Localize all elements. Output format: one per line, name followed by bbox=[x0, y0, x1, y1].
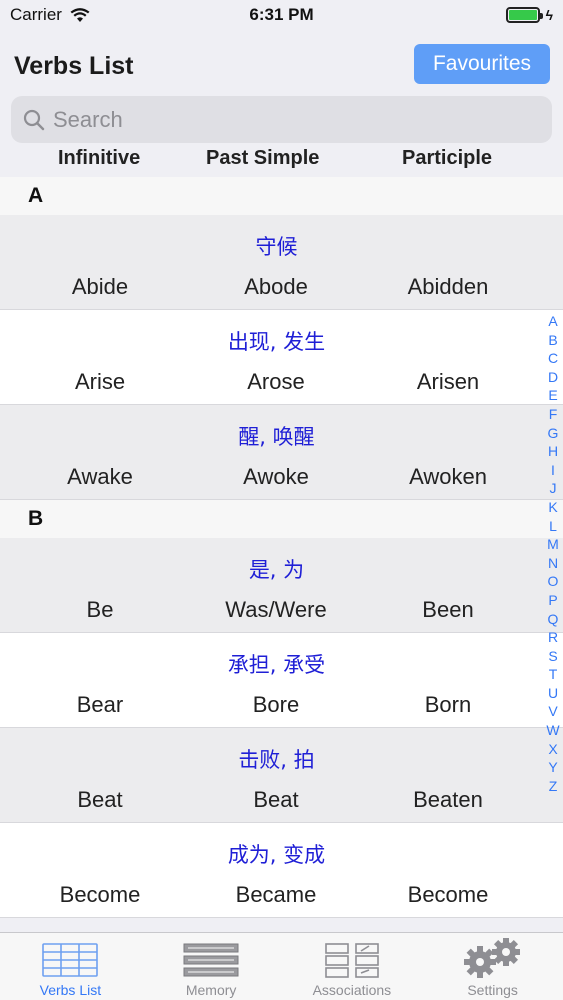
participle-cell: Born bbox=[424, 692, 472, 717]
status-time: 6:31 PM bbox=[249, 5, 314, 24]
participle-cell: Beaten bbox=[413, 787, 483, 812]
search-input[interactable] bbox=[53, 106, 523, 133]
section-header-a: A bbox=[0, 177, 563, 215]
past-simple-cell: Was/Were bbox=[225, 597, 327, 622]
past-simple-cell: Arose bbox=[247, 369, 305, 394]
charging-icon: ϟ bbox=[545, 7, 553, 23]
infinitive-cell: Beat bbox=[77, 787, 123, 812]
participle-header: Participle bbox=[402, 146, 493, 169]
verbs-list: A 守候 Abide Abode Abidden 出现, 发生 Arise Ar… bbox=[0, 177, 563, 918]
list-icon bbox=[42, 943, 99, 977]
translation-text: 醒, 唤醒 bbox=[238, 425, 315, 449]
index-letter[interactable]: P bbox=[548, 591, 557, 610]
wifi-icon bbox=[70, 7, 90, 22]
infinitive-cell: Abide bbox=[71, 274, 129, 299]
past-simple-header: Past Simple bbox=[206, 146, 320, 169]
tab-label: Memory bbox=[185, 982, 237, 998]
tab-settings[interactable]: Settings bbox=[422, 933, 563, 1000]
favourites-button[interactable]: Favourites bbox=[414, 44, 550, 84]
table-row[interactable]: 醒, 唤醒 Awake Awoke Awoken bbox=[0, 405, 563, 500]
index-letter[interactable]: C bbox=[548, 349, 558, 368]
infinitive-cell: Become bbox=[59, 882, 141, 907]
tab-label: Settings bbox=[467, 982, 518, 998]
associations-icon bbox=[325, 943, 379, 978]
index-letter[interactable]: W bbox=[546, 721, 559, 740]
tab-verbs-list[interactable]: Verbs List bbox=[0, 933, 141, 1000]
tab-associations[interactable]: Associations bbox=[282, 933, 423, 1000]
battery-fill bbox=[508, 10, 537, 20]
tab-label: Associations bbox=[312, 982, 392, 998]
translation-text: 出现, 发生 bbox=[227, 330, 326, 354]
table-row[interactable]: 成为, 变成 Become Became Become bbox=[0, 823, 563, 918]
past-simple-cell: Bore bbox=[252, 692, 300, 717]
battery-icon bbox=[505, 7, 543, 23]
search-icon bbox=[23, 109, 45, 130]
translation-text: 守候 bbox=[255, 235, 298, 259]
past-simple-cell: Became bbox=[235, 882, 317, 907]
table-row[interactable]: 出现, 发生 Arise Arose Arisen bbox=[0, 310, 563, 405]
index-letter[interactable]: F bbox=[549, 405, 558, 424]
section-index[interactable]: A B C D E F G H I J K L M N O P Q R S T … bbox=[543, 312, 563, 795]
status-right: ϟ bbox=[505, 7, 553, 23]
index-letter[interactable]: A bbox=[548, 312, 557, 331]
index-letter[interactable]: Z bbox=[549, 777, 558, 796]
search-bar[interactable] bbox=[11, 96, 552, 143]
gear-icon bbox=[463, 938, 520, 978]
index-letter[interactable]: R bbox=[548, 628, 558, 647]
status-bar: Carrier 6:31 PM ϟ bbox=[0, 0, 563, 30]
index-letter[interactable]: I bbox=[551, 461, 555, 480]
nav-bar: Verbs List Favourites bbox=[0, 30, 563, 96]
participle-cell: Arisen bbox=[416, 369, 480, 394]
memory-icon bbox=[183, 943, 239, 977]
table-row[interactable]: 击败, 拍 Beat Beat Beaten bbox=[0, 728, 563, 823]
infinitive-header: Infinitive bbox=[58, 146, 141, 169]
index-letter[interactable]: D bbox=[548, 368, 558, 387]
index-letter[interactable]: S bbox=[548, 647, 557, 666]
participle-cell: Been bbox=[422, 597, 474, 622]
index-letter[interactable]: J bbox=[550, 479, 557, 498]
translation-text: 是, 为 bbox=[248, 558, 305, 582]
index-letter[interactable]: B bbox=[548, 331, 557, 350]
index-letter[interactable]: V bbox=[548, 702, 557, 721]
index-letter[interactable]: L bbox=[549, 517, 557, 536]
participle-cell: Awoken bbox=[409, 464, 487, 489]
table-row[interactable]: 守候 Abide Abode Abidden bbox=[0, 215, 563, 310]
index-letter[interactable]: E bbox=[548, 386, 557, 405]
column-headers: Infinitive Past Simple Participle bbox=[0, 140, 563, 176]
table-row[interactable]: 是, 为 Be Was/Were Been bbox=[0, 538, 563, 633]
infinitive-cell: Be bbox=[86, 597, 114, 622]
past-simple-cell: Abode bbox=[244, 274, 308, 299]
index-letter[interactable]: N bbox=[548, 554, 558, 573]
infinitive-cell: Awake bbox=[67, 464, 133, 489]
status-left: Carrier bbox=[10, 5, 90, 25]
tab-memory[interactable]: Memory bbox=[141, 933, 282, 1000]
tab-bar: Verbs List Memory Associations Settings bbox=[0, 932, 563, 1000]
index-letter[interactable]: T bbox=[549, 665, 558, 684]
translation-text: 击败, 拍 bbox=[238, 748, 315, 772]
past-simple-cell: Awoke bbox=[243, 464, 309, 489]
tab-label: Verbs List bbox=[39, 982, 102, 998]
participle-cell: Abidden bbox=[407, 274, 489, 299]
section-header-b: B bbox=[0, 500, 563, 538]
past-simple-cell: Beat bbox=[253, 787, 299, 812]
infinitive-cell: Arise bbox=[74, 369, 126, 394]
translation-text: 承担, 承受 bbox=[227, 653, 326, 677]
infinitive-cell: Bear bbox=[76, 692, 124, 717]
table-row[interactable]: 承担, 承受 Bear Bore Born bbox=[0, 633, 563, 728]
index-letter[interactable]: G bbox=[548, 424, 559, 443]
page-title: Verbs List bbox=[14, 52, 134, 80]
index-letter[interactable]: H bbox=[548, 442, 558, 461]
index-letter[interactable]: M bbox=[547, 535, 559, 554]
index-letter[interactable]: X bbox=[548, 740, 557, 759]
carrier-label: Carrier bbox=[10, 5, 62, 24]
index-letter[interactable]: Q bbox=[548, 610, 559, 629]
index-letter[interactable]: K bbox=[548, 498, 557, 517]
index-letter[interactable]: O bbox=[548, 572, 559, 591]
index-letter[interactable]: U bbox=[548, 684, 558, 703]
translation-text: 成为, 变成 bbox=[227, 843, 326, 867]
index-letter[interactable]: Y bbox=[548, 758, 557, 777]
participle-cell: Become bbox=[407, 882, 489, 907]
